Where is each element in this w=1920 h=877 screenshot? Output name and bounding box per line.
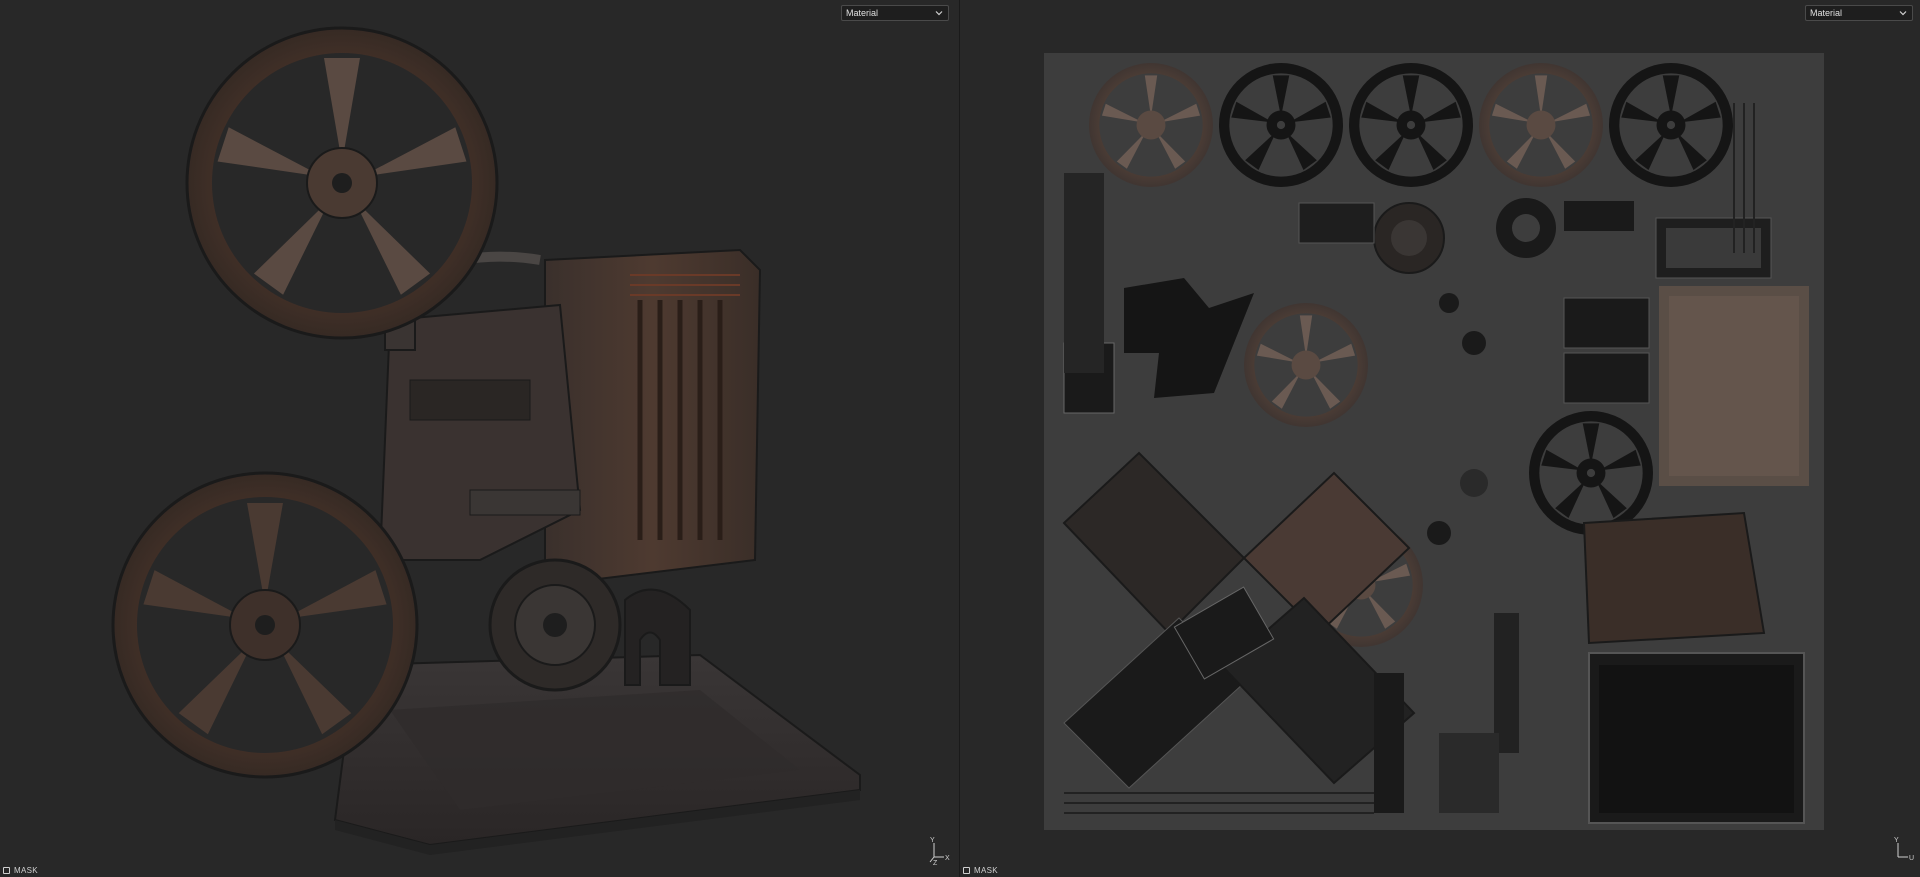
uv-texture-sheet[interactable]: [1044, 53, 1824, 830]
top-reel: [185, 26, 499, 340]
viewport-mode-dropdown[interactable]: Material: [1805, 5, 1913, 21]
texture-painting-app: Material Y X Z MASK Material Y U MASK: [0, 0, 1920, 877]
axis-gizmo-icon: Y U: [1894, 837, 1914, 862]
status-bar: MASK: [960, 863, 998, 877]
axis-y-label: Y: [1894, 837, 1899, 844]
axis-y-label: Y: [930, 837, 935, 844]
viewport-3d[interactable]: Material Y X Z MASK: [0, 0, 959, 877]
viewport-mode-dropdown[interactable]: Material: [841, 5, 949, 21]
checkbox-icon[interactable]: [963, 866, 970, 874]
axis-z-label: Z: [933, 860, 938, 865]
checkbox-icon[interactable]: [3, 866, 10, 874]
lamp-house: [544, 248, 762, 582]
status-bar: MASK: [0, 863, 38, 877]
projector-3d-model[interactable]: [0, 0, 959, 877]
chevron-down-icon: [935, 11, 943, 16]
bottom-reel: [111, 471, 419, 779]
axis-gizmo-icon: Y X Z: [929, 837, 950, 865]
dropdown-value: Material: [846, 8, 879, 18]
axis-x-label: X: [945, 855, 950, 862]
mask-label: MASK: [14, 865, 38, 875]
axis-u-label: U: [1909, 855, 1914, 862]
chevron-down-icon: [1899, 11, 1907, 16]
viewport-2d[interactable]: Material Y U MASK: [960, 0, 1920, 877]
mask-label: MASK: [974, 865, 998, 875]
uv-islands: [1062, 63, 1809, 824]
dropdown-value: Material: [1810, 8, 1843, 18]
